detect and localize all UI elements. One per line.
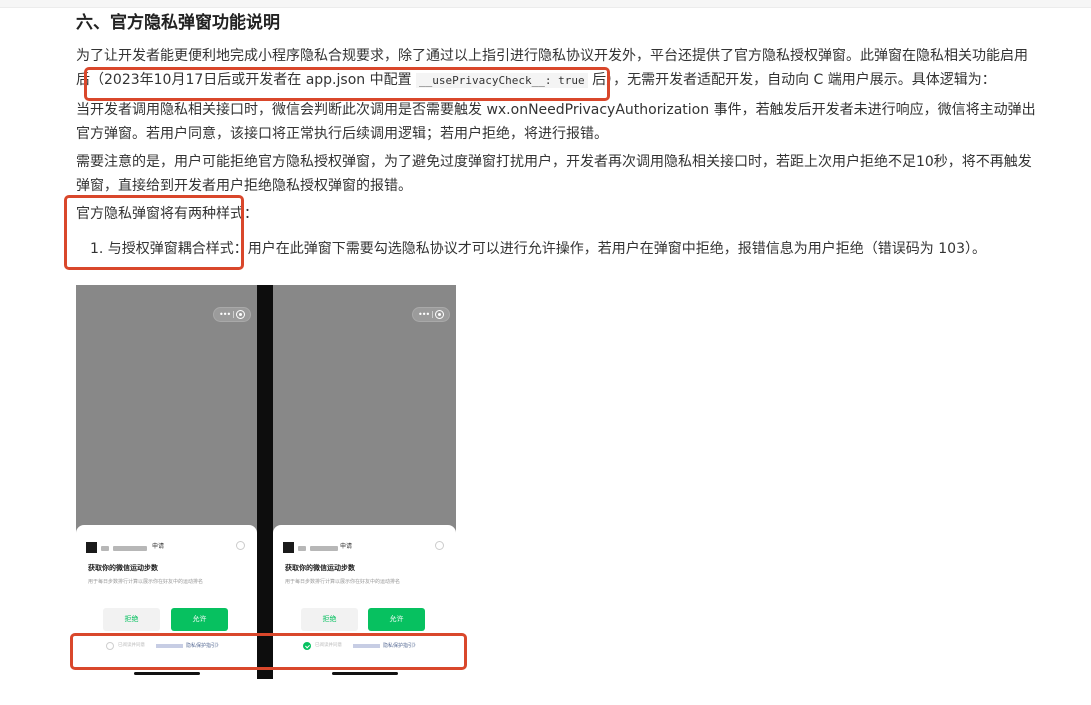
popup-title: 获取你的微信运动步数 bbox=[88, 564, 158, 572]
app-logo-icon bbox=[86, 542, 97, 553]
section-title: 六、官方隐私弹窗功能说明 bbox=[76, 13, 280, 33]
popup-desc: 用于每日步数排行计算以展示你在好友中的运动排名 bbox=[285, 579, 401, 585]
agree-prefix: 已阅读并同意 bbox=[118, 643, 145, 648]
agree-prefix: 已阅读并同意 bbox=[315, 643, 342, 648]
checkbox-checked-icon[interactable] bbox=[303, 642, 311, 650]
popup-title: 获取你的微信运动步数 bbox=[285, 564, 355, 572]
allow-button[interactable]: 允许 bbox=[171, 608, 228, 631]
request-label: 申请 bbox=[340, 543, 353, 550]
privacy-popup-screenshots: ••• 申请 获取你的微信运动步数 用于每日步数排行计算以展示你在好友中的运动排… bbox=[76, 285, 456, 679]
app-name-redacted bbox=[310, 546, 338, 551]
home-indicator bbox=[331, 672, 398, 675]
reject-button[interactable]: 拒绝 bbox=[103, 608, 160, 631]
paragraph-note: 需要注意的是，用户可能拒绝官方隐私授权弹窗，为了避免过度弹窗打扰用户，开发者再次… bbox=[76, 154, 1032, 194]
privacy-guide-link[interactable]: 隐私保护指引》 bbox=[383, 641, 418, 651]
capsule-divider bbox=[233, 311, 234, 318]
list-item-style-1: 1. 与授权弹窗耦合样式：用户在此弹窗下需要勾选隐私协议才可以进行允许操作，若用… bbox=[90, 241, 986, 257]
config-code: __usePrivacyCheck__: true bbox=[416, 73, 588, 88]
paragraph-logic: 当开发者调用隐私相关接口时，微信会判断此次调用是否需要触发 wx.onNeedP… bbox=[76, 102, 1036, 142]
paragraph-intro: 为了让开发者能更便利地完成小程序隐私合规要求，除了通过以上指引进行隐私协议开发外… bbox=[76, 44, 1036, 93]
home-indicator bbox=[133, 672, 200, 675]
auth-popup: 申请 获取你的微信运动步数 用于每日步数排行计算以展示你在好友中的运动排名 拒绝… bbox=[273, 525, 456, 679]
top-bar bbox=[0, 0, 1091, 8]
info-icon[interactable] bbox=[236, 541, 245, 550]
agreement-name-redacted bbox=[156, 644, 183, 648]
close-ring-icon bbox=[435, 310, 444, 319]
allow-button[interactable]: 允许 bbox=[368, 608, 425, 631]
capsule-menu[interactable]: ••• bbox=[412, 307, 450, 322]
more-icon: ••• bbox=[219, 310, 231, 319]
capsule-divider bbox=[432, 311, 433, 318]
reject-button[interactable]: 拒绝 bbox=[301, 608, 358, 631]
popup-desc: 用于每日步数排行计算以展示你在好友中的运动排名 bbox=[88, 579, 204, 585]
app-logo-icon bbox=[283, 542, 294, 553]
capsule-menu[interactable]: ••• bbox=[213, 307, 251, 322]
close-ring-icon bbox=[236, 310, 245, 319]
phone-screen-checked: ••• 申请 获取你的微信运动步数 用于每日步数排行计算以展示你在好友中的运动排… bbox=[273, 285, 456, 679]
privacy-guide-link[interactable]: 隐私保护指引》 bbox=[186, 641, 221, 651]
more-icon: ••• bbox=[418, 310, 430, 319]
phone-screen-unchecked: ••• 申请 获取你的微信运动步数 用于每日步数排行计算以展示你在好友中的运动排… bbox=[76, 285, 257, 679]
checkbox-icon[interactable] bbox=[106, 642, 114, 650]
request-label: 申请 bbox=[152, 543, 165, 550]
auth-popup: 申请 获取你的微信运动步数 用于每日步数排行计算以展示你在好友中的运动排名 拒绝… bbox=[76, 525, 257, 679]
app-name-redacted bbox=[101, 546, 109, 551]
info-icon[interactable] bbox=[435, 541, 444, 550]
intro-text-b: 后），无需开发者适配开发，自动向 C 端用户展示。具体逻辑为： bbox=[587, 72, 996, 88]
agreement-name-redacted bbox=[353, 644, 380, 648]
paragraph-styles: 官方隐私弹窗将有两种样式： bbox=[76, 206, 258, 222]
app-name-redacted bbox=[113, 546, 147, 551]
app-name-redacted bbox=[298, 546, 306, 551]
